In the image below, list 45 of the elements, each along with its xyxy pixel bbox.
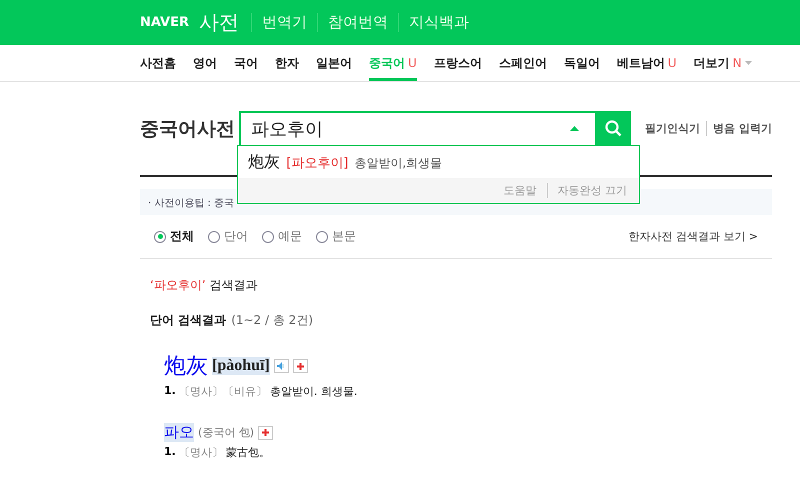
add-button[interactable] bbox=[258, 426, 274, 440]
caret-icon[interactable] bbox=[570, 126, 580, 130]
definition-number: 1. bbox=[164, 384, 176, 399]
filter-radio[interactable]: 예문 bbox=[262, 228, 302, 245]
nav-tab[interactable]: 한자 bbox=[275, 45, 299, 81]
search-field[interactable]: 파오후이 bbox=[239, 110, 596, 146]
plus-icon bbox=[262, 429, 270, 436]
nav-tab[interactable]: 사전홈 bbox=[140, 45, 176, 81]
headword-note: (중국어 包) bbox=[198, 425, 254, 440]
section-title: 단어 검색결과 bbox=[150, 312, 226, 329]
definition-number: 1. bbox=[164, 445, 176, 460]
nav-tab[interactable]: 국어 bbox=[234, 45, 258, 81]
part-of-speech: 〔명사〕〔비유〕 bbox=[178, 384, 267, 399]
search-button[interactable] bbox=[595, 110, 632, 146]
filter-radio[interactable]: 본문 bbox=[316, 228, 356, 245]
suggestion[interactable]: 炮灰 [파오후이] 총알받이,희생물 bbox=[238, 146, 640, 178]
query-term: ‘파오후이’ bbox=[150, 277, 206, 294]
tip-text: · 사전이용팁 : 중국 bbox=[148, 198, 234, 209]
headword[interactable]: 炮灰 bbox=[164, 351, 208, 381]
search-icon bbox=[604, 120, 622, 137]
nav-tab[interactable]: 영어 bbox=[193, 45, 217, 81]
headword[interactable]: 파오 bbox=[164, 423, 194, 442]
nav-tab[interactable]: 프랑스어 bbox=[434, 45, 482, 81]
definition: 총알받이. 희생물. bbox=[270, 384, 358, 399]
tool-link[interactable]: 필기인식기 bbox=[645, 121, 700, 136]
nav-tab[interactable]: 스페인어 bbox=[498, 45, 547, 81]
nav-tab[interactable]: 더보기 N bbox=[694, 45, 752, 81]
nav-tab[interactable]: 베트남어 U bbox=[616, 45, 677, 81]
dictionary-title: 중국어사전 bbox=[140, 116, 236, 142]
plus-icon bbox=[296, 362, 304, 370]
speaker-icon bbox=[277, 362, 286, 370]
definition: 蒙古包。 bbox=[226, 445, 270, 460]
result-count: (1~2 / 총 2건) bbox=[231, 312, 313, 329]
nav-tab[interactable]: 일본어 bbox=[316, 45, 352, 81]
filter-radio[interactable]: 전체 bbox=[154, 228, 194, 245]
audio-button[interactable] bbox=[274, 359, 289, 373]
pinyin: [pàohuī] bbox=[212, 357, 270, 375]
tool-link[interactable]: 병음 입력기 bbox=[706, 121, 772, 136]
add-button[interactable] bbox=[292, 359, 308, 373]
query-label: 검색결과 bbox=[210, 277, 258, 294]
nav-tab[interactable]: 독일어 bbox=[564, 45, 600, 81]
caret-icon bbox=[744, 61, 752, 65]
hanja-results-link[interactable]: 한자사전 검색결과 보기 > bbox=[628, 229, 758, 244]
part-of-speech: 〔명사〕 bbox=[178, 445, 223, 460]
filter-radio[interactable]: 단어 bbox=[208, 228, 248, 245]
